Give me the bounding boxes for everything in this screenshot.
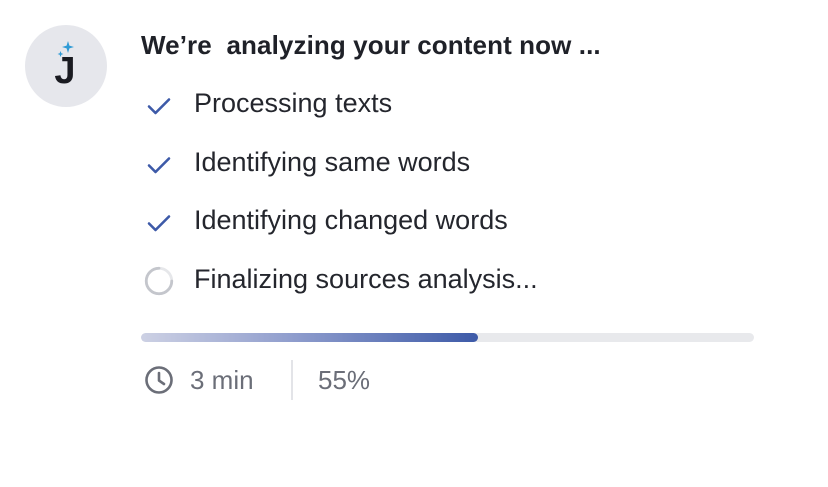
page-title: We’re analyzing your content now ... <box>141 30 601 60</box>
avatar: J <box>25 25 107 107</box>
check-icon <box>147 215 171 232</box>
time-remaining: 3 min <box>190 365 254 395</box>
step-label: Finalizing sources analysis... <box>194 263 538 294</box>
step-label: Processing texts <box>194 88 393 118</box>
step-label: Identifying changed words <box>194 205 508 235</box>
divider <box>291 360 293 400</box>
progress-percent: 55% <box>318 365 371 395</box>
check-icon <box>147 98 171 115</box>
clock-icon <box>145 366 173 394</box>
analysis-progress-card: J We’re analyzing your content now ... P… <box>0 0 828 487</box>
progress-bar <box>141 333 754 342</box>
progress-fill <box>141 333 479 342</box>
avatar-letter: J <box>54 50 76 92</box>
step-label: Identifying same words <box>194 146 471 177</box>
spinner-icon <box>144 266 174 295</box>
check-icon <box>147 156 171 173</box>
